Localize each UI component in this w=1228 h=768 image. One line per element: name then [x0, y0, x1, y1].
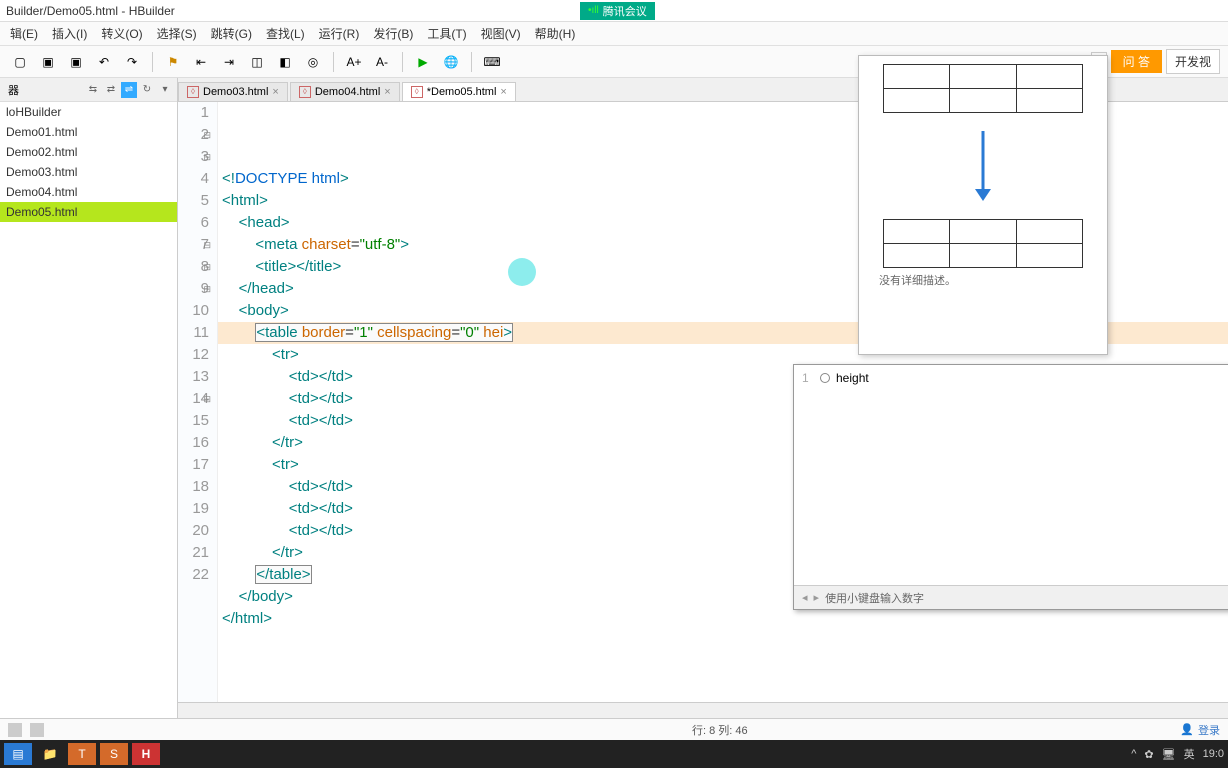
- html-file-icon: ◊: [187, 86, 199, 98]
- tray-chevron-icon[interactable]: ^: [1131, 748, 1136, 760]
- tray-monitor-icon[interactable]: 🖥: [1162, 748, 1176, 761]
- menu-icon[interactable]: ▾: [157, 82, 173, 98]
- task-app-icon[interactable]: T: [68, 743, 96, 765]
- signal-icon: •ıll: [588, 5, 599, 16]
- sidebar-header: 器 ⇆ ⇄ ⇌ ↻ ▾: [0, 78, 177, 102]
- code-line[interactable]: [218, 630, 1228, 652]
- new-file-icon[interactable]: ▢: [8, 50, 32, 74]
- save-icon[interactable]: ▣: [36, 50, 60, 74]
- menu-item[interactable]: 插入(I): [46, 23, 93, 44]
- outdent-icon[interactable]: ⇤: [189, 50, 213, 74]
- preview-table-before: [883, 64, 1083, 113]
- status-icon[interactable]: [30, 723, 44, 737]
- code-line[interactable]: </html>: [218, 608, 1228, 630]
- sync-icon[interactable]: ⇌: [121, 82, 137, 98]
- arrow-down-icon: [879, 131, 1087, 201]
- cursor-highlight: [508, 258, 536, 286]
- run-icon[interactable]: ▶: [411, 50, 435, 74]
- separator: [471, 52, 472, 72]
- ime-indicator[interactable]: 英: [1184, 746, 1195, 762]
- html-file-icon: ◊: [299, 86, 311, 98]
- redo-icon[interactable]: ↷: [120, 50, 144, 74]
- statusbar: 行: 8 列: 46 👤 登录: [0, 718, 1228, 740]
- tray-flower-icon[interactable]: ✿: [1144, 748, 1153, 761]
- file-item[interactable]: Demo04.html: [0, 182, 177, 202]
- menu-item[interactable]: 选择(S): [151, 23, 203, 44]
- menu-item[interactable]: 查找(L): [260, 23, 311, 44]
- menu-item[interactable]: 发行(B): [367, 23, 419, 44]
- file-list: loHBuilderDemo01.htmlDemo02.htmlDemo03.h…: [0, 102, 177, 718]
- close-icon[interactable]: ×: [500, 86, 506, 98]
- task-hbuilder-icon[interactable]: H: [132, 743, 160, 765]
- menu-item[interactable]: 运行(R): [313, 23, 366, 44]
- caret-position: 行: 8 列: 46: [692, 722, 748, 738]
- editor-tab[interactable]: ◊*Demo05.html×: [402, 82, 516, 101]
- autocomplete-footer: ◂ ▸ 使用小键盘输入数字 ⚙: [794, 585, 1228, 609]
- status-icon[interactable]: [8, 723, 22, 737]
- indent-icon[interactable]: ⇥: [217, 50, 241, 74]
- close-icon[interactable]: ×: [384, 86, 390, 98]
- autocomplete-item-label: height: [836, 371, 869, 385]
- menu-item[interactable]: 视图(V): [475, 23, 527, 44]
- toggle2-icon[interactable]: ◧: [273, 50, 297, 74]
- dev-view-button[interactable]: 开发视: [1166, 49, 1220, 74]
- taskbar: ▤ 📁 T S H ^ ✿ 🖥 英 19:0: [0, 740, 1228, 768]
- save-all-icon[interactable]: ▣: [64, 50, 88, 74]
- sidebar: 器 ⇆ ⇄ ⇌ ↻ ▾ loHBuilderDemo01.htmlDemo02.…: [0, 78, 178, 718]
- separator: [152, 52, 153, 72]
- collapse-icon[interactable]: ⇆: [85, 82, 101, 98]
- clock[interactable]: 19:0: [1203, 748, 1224, 760]
- font-decrease-icon[interactable]: A-: [370, 50, 394, 74]
- autocomplete-list[interactable]: 1 height: [794, 365, 1228, 585]
- separator: [402, 52, 403, 72]
- bookmark-icon[interactable]: ⚑: [161, 50, 185, 74]
- file-item[interactable]: Demo01.html: [0, 122, 177, 142]
- autocomplete-item[interactable]: 1 height: [798, 369, 1228, 387]
- undo-icon[interactable]: ↶: [92, 50, 116, 74]
- preview-table-after: [883, 219, 1083, 268]
- menubar: 辑(E)插入(I)转义(O)选择(S)跳转(G)查找(L)运行(R)发行(B)工…: [0, 22, 1228, 46]
- menu-item[interactable]: 转义(O): [95, 23, 148, 44]
- search-icon[interactable]: ◎: [301, 50, 325, 74]
- titlebar: Builder/Demo05.html - HBuilder •ıll 腾讯会议: [0, 0, 1228, 22]
- toggle-icon[interactable]: ◫: [245, 50, 269, 74]
- login-link[interactable]: 👤 登录: [1180, 722, 1220, 738]
- close-icon[interactable]: ×: [272, 86, 278, 98]
- autocomplete-popup: 1 height s 📖 ◂ ▸ 使用小键盘输入数字 ⚙: [793, 364, 1228, 610]
- editor-tab[interactable]: ◊Demo04.html×: [290, 82, 400, 101]
- meeting-badge: •ıll 腾讯会议: [580, 2, 655, 20]
- task-sublime-icon[interactable]: S: [100, 743, 128, 765]
- separator: [333, 52, 334, 72]
- system-tray: ^ ✿ 🖥 英 19:0: [1131, 746, 1224, 762]
- file-item[interactable]: Demo05.html: [0, 202, 177, 222]
- user-icon: 👤: [1180, 723, 1194, 736]
- gutter: 12⊟3⊟4567⊟8⊟9⊟1011121314⊟151617181920212…: [178, 102, 218, 702]
- item-kind-icon: [820, 373, 830, 383]
- menu-item[interactable]: 辑(E): [4, 23, 44, 44]
- menu-item[interactable]: 工具(T): [421, 23, 472, 44]
- prev-icon[interactable]: ◂: [802, 591, 808, 604]
- file-item[interactable]: loHBuilder: [0, 102, 177, 122]
- task-folder-icon[interactable]: 📁: [36, 743, 64, 765]
- preview-no-detail: 没有详细描述。: [879, 272, 1087, 288]
- editor-tab[interactable]: ◊Demo03.html×: [178, 82, 288, 101]
- menu-item[interactable]: 跳转(G): [205, 23, 258, 44]
- start-button[interactable]: ▤: [4, 743, 32, 765]
- font-increase-icon[interactable]: A+: [342, 50, 366, 74]
- refresh-icon[interactable]: ↻: [139, 82, 155, 98]
- browser-icon[interactable]: 🌐: [439, 50, 463, 74]
- link-icon[interactable]: ⇄: [103, 82, 119, 98]
- menu-item[interactable]: 帮助(H): [529, 23, 582, 44]
- html-file-icon: ◊: [411, 86, 423, 98]
- file-item[interactable]: Demo03.html: [0, 162, 177, 182]
- terminal-icon[interactable]: ⌨: [480, 50, 504, 74]
- horizontal-scrollbar[interactable]: [178, 702, 1228, 718]
- sidebar-header-label: 器: [4, 82, 19, 98]
- file-item[interactable]: Demo02.html: [0, 142, 177, 162]
- answer-button[interactable]: 问 答: [1111, 50, 1162, 73]
- preview-panel: 没有详细描述。: [858, 55, 1108, 355]
- next-icon[interactable]: ▸: [814, 591, 820, 604]
- window-title: Builder/Demo05.html - HBuilder: [6, 4, 175, 18]
